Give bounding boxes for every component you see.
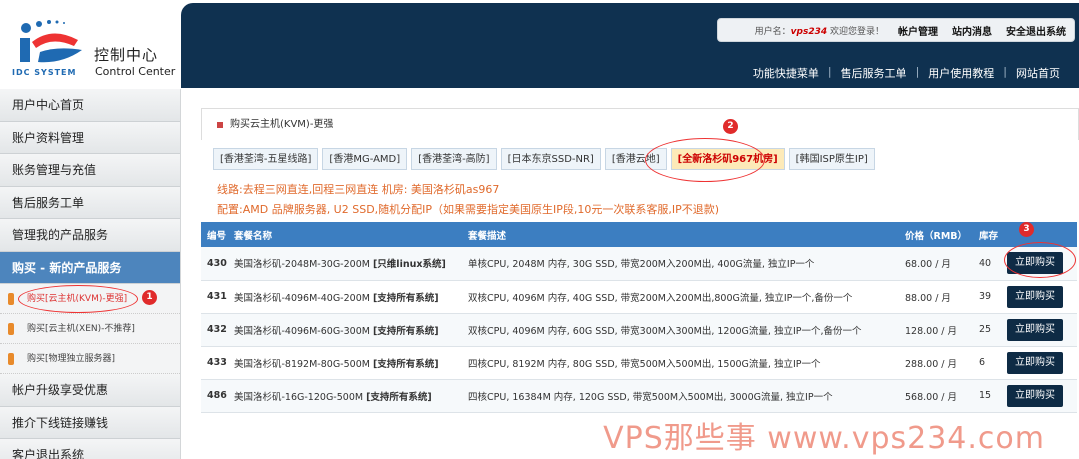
welcome-text: 用户名：vps234 欢迎您登录！ [754,26,884,37]
sidebar-item-buy-new[interactable]: 购买 - 新的产品服务 [0,251,180,284]
tab-hk-high-defense[interactable]: [香港荃湾-高防] [411,148,497,170]
buy-now-button[interactable]: 立即购买 [1007,285,1063,308]
bullet-icon [8,353,14,365]
sidebar-item-billing[interactable]: 账务管理与充值 [0,154,180,187]
tab-hk-mg-amd[interactable]: [香港MG-AMD] [322,148,408,170]
sidebar-item-tickets[interactable]: 售后服务工单 [0,186,180,219]
annotation-badge-2: 2 [723,119,738,134]
logo-system-text: IDC SYSTEM [12,68,77,77]
username: vps234 [790,26,828,37]
table-row: 432 美国洛杉矶-4096M-60G-300M [支持所有系统] 双核CPU,… [201,313,1077,347]
nav-tutorial[interactable]: 用户使用教程 [919,65,1003,81]
user-info-bar: 用户名：vps234 欢迎您登录！ 帐户管理 站内消息 安全退出系统 [717,18,1075,42]
tab-hk-cloud[interactable]: [香港云地] [604,148,667,170]
buy-now-button[interactable]: 立即购买 [1007,351,1063,374]
logo[interactable]: IDC SYSTEM 控制中心 Control Center [0,0,181,88]
col-action [1001,222,1077,247]
table-row: 486 美国洛杉矶-16G-120G-500M [支持所有系统] 四核CPU, … [201,379,1077,413]
main-content: 购买云主机(KVM)-更强 [香港荃湾-五星线路] [香港MG-AMD] [香港… [201,108,1079,459]
sidebar-item-referral[interactable]: 推介下线链接赚钱 [0,406,180,439]
route-info: 线路:去程三网直连,回程三网直连 机房: 美国洛杉矶as967 [217,183,500,196]
sidebar-sub-xen[interactable]: 购买[云主机(XEN)-不推荐] [0,314,180,344]
region-tabs: [香港荃湾-五星线路] [香港MG-AMD] [香港荃湾-高防] [日本东京SS… [201,148,1079,170]
plans-table: 编号 套餐名称 套餐描述 价格（RMB） 库存 430 美国洛杉矶-2048M-… [201,222,1077,413]
sidebar-sub-dedicated[interactable]: 购买[物理独立服务器] [0,344,180,374]
top-header-bar: 用户名：vps234 欢迎您登录！ 帐户管理 站内消息 安全退出系统 功能快捷菜… [181,3,1079,88]
nav-quick-menu[interactable]: 功能快捷菜单 [744,65,828,81]
bullet-icon [8,293,14,305]
col-name: 套餐名称 [228,222,462,247]
account-management-link[interactable]: 帐户管理 [898,23,938,38]
panel-title: 购买云主机(KVM)-更强 [201,108,1079,140]
bullet-icon [8,323,14,335]
tab-la-967[interactable]: [全新洛杉矶967机房] [670,148,785,170]
sidebar-item-my-products[interactable]: 管理我的产品服务 [0,219,180,252]
nav-homepage[interactable]: 网站首页 [1007,65,1069,81]
site-messages-link[interactable]: 站内消息 [952,23,992,38]
col-id: 编号 [201,222,228,247]
tab-jp-tokyo[interactable]: [日本东京SSD-NR] [500,148,601,170]
buy-now-button[interactable]: 立即购买 [1007,252,1063,275]
sidebar-item-account-profile[interactable]: 账户资料管理 [0,121,180,154]
col-stock: 库存 [973,222,1001,247]
buy-now-button[interactable]: 立即购买 [1007,384,1063,407]
logo-title-cn: 控制中心 [94,46,159,64]
annotation-badge-3: 3 [1019,222,1034,237]
table-row: 433 美国洛杉矶-8192M-80G-500M [支持所有系统] 四核CPU,… [201,346,1077,380]
buy-now-button[interactable]: 立即购买 [1007,318,1063,341]
idc-logo-icon [20,20,82,63]
table-row: 431 美国洛杉矶-4096M-40G-200M [支持所有系统] 双核CPU,… [201,280,1077,314]
sidebar-item-exit[interactable]: 客户退出系统 [0,439,180,459]
tab-kr-isp[interactable]: [韩国ISP原生IP] [788,148,875,170]
logo-title-en: Control Center [95,65,176,78]
watermark: VPS那些事 www.vps234.com [603,421,1045,456]
table-row: 430 美国洛杉矶-2048M-30G-200M [只维linux系统] 单核C… [201,247,1077,281]
tab-hk-tsuen-wan[interactable]: [香港荃湾-五星线路] [213,148,319,170]
col-desc: 套餐描述 [462,222,899,247]
annotation-badge-1: 1 [142,290,157,305]
title-square-icon [217,122,223,128]
sidebar-item-user-home[interactable]: 用户中心首页 [0,89,180,122]
sidebar-item-upgrade[interactable]: 帐户升级享受优惠 [0,374,180,407]
logout-link[interactable]: 安全退出系统 [1006,23,1066,38]
col-price: 价格（RMB） [899,222,973,247]
table-header-row: 编号 套餐名称 套餐描述 价格（RMB） 库存 [201,222,1077,247]
nav-support-ticket[interactable]: 售后服务工单 [832,65,916,81]
sidebar: 用户中心首页 账户资料管理 账务管理与充值 售后服务工单 管理我的产品服务 购买… [0,89,181,459]
config-info: 配置:AMD 品牌服务器, U2 SSD,随机分配IP（如果需要指定美国原生IP… [217,203,720,216]
top-nav: 功能快捷菜单 | 售后服务工单 | 用户使用教程 | 网站首页 [744,65,1069,81]
